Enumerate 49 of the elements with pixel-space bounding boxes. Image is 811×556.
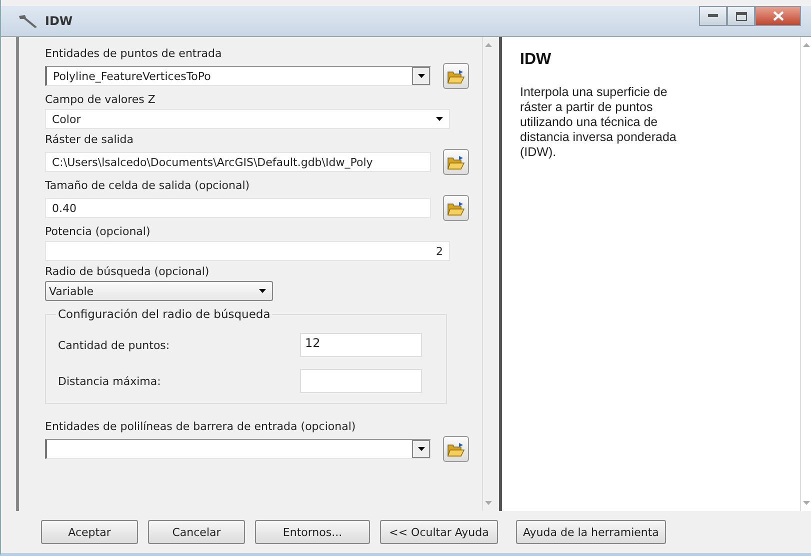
help-text: Interpola una superficie de ráster a partir de puntos utilizando una técnica de distancia inversa ponderada (IDW). bbox=[520, 85, 678, 160]
folder-icon bbox=[447, 154, 465, 170]
dialog-button[interactable]: << Ocultar Ayuda bbox=[380, 520, 498, 544]
close-icon bbox=[772, 11, 784, 21]
parameter-label: Tamaño de celda de salida (opcional) bbox=[45, 179, 251, 192]
folder-icon bbox=[447, 442, 465, 456]
maximize-button[interactable] bbox=[727, 6, 755, 26]
dropdown[interactable]: Variable bbox=[45, 281, 273, 301]
input-field[interactable]: 12 bbox=[300, 333, 422, 357]
scroll-bar[interactable] bbox=[800, 37, 811, 511]
browse-button[interactable] bbox=[443, 436, 469, 462]
parameter-label: Potencia (opcional) bbox=[45, 225, 152, 238]
hammer-icon bbox=[17, 14, 39, 28]
browse-button[interactable] bbox=[443, 149, 469, 175]
help-title: IDW bbox=[520, 51, 552, 68]
dropdown[interactable]: Color bbox=[45, 109, 450, 129]
browse-button[interactable] bbox=[443, 195, 469, 221]
dropdown-button[interactable] bbox=[412, 440, 430, 458]
minimize-button[interactable] bbox=[699, 6, 727, 26]
parameter-label: Radio de búsqueda (opcional) bbox=[45, 265, 210, 278]
folder-icon bbox=[447, 200, 465, 216]
caret-icon bbox=[436, 117, 443, 121]
close-button[interactable] bbox=[755, 6, 801, 26]
parameter-label: Entidades de polilíneas de barrera de entrada (opcional) bbox=[45, 420, 357, 433]
minimize-icon bbox=[708, 14, 718, 18]
combo-box[interactable]: Polyline_FeatureVerticesToPo bbox=[45, 66, 431, 86]
dialog-button[interactable]: Ayuda de la herramienta bbox=[516, 520, 666, 544]
folder-icon bbox=[447, 68, 465, 84]
window-title: IDW bbox=[45, 14, 73, 28]
dropdown-button[interactable] bbox=[412, 67, 430, 85]
browse-button[interactable] bbox=[443, 63, 469, 89]
group-title: Configuración del radio de búsqueda bbox=[56, 307, 272, 321]
field-label: Cantidad de puntos: bbox=[58, 338, 170, 352]
input-field[interactable]: 0.40 bbox=[45, 198, 431, 218]
scroll-bar[interactable] bbox=[482, 37, 493, 511]
input-field[interactable]: 2 bbox=[45, 241, 450, 261]
caret-icon bbox=[259, 289, 266, 293]
parameter-label: Ráster de salida bbox=[45, 133, 135, 146]
parameter-label: Entidades de puntos de entrada bbox=[45, 47, 223, 60]
dialog-button[interactable]: Cancelar bbox=[148, 520, 245, 544]
dialog-button[interactable]: Entornos... bbox=[255, 520, 370, 544]
caret-icon bbox=[418, 447, 424, 451]
field-label: Distancia máxima: bbox=[58, 374, 161, 388]
input-field[interactable] bbox=[300, 369, 422, 393]
parameter-label: Campo de valores Z bbox=[45, 93, 156, 106]
dialog-button[interactable]: Aceptar bbox=[41, 520, 138, 544]
input-field[interactable]: C:\Users\lsalcedo\Documents\ArcGIS\Default.gdb\Idw_Poly bbox=[45, 152, 431, 172]
maximize-icon bbox=[736, 12, 746, 20]
caret-icon bbox=[418, 74, 424, 78]
